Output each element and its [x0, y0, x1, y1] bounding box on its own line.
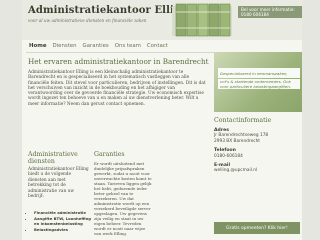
nav-item-home[interactable]: Home: [26, 43, 50, 49]
guarantees-text: Er wordt uitsluitend met duidelijke prij…: [94, 161, 152, 236]
intro-text: Administratiekantoor Elling is een klein…: [28, 70, 206, 107]
promo-banner: Gespecialiseerd in eenmanszaken, vof's &…: [214, 52, 302, 112]
list-item: Financiële administratie: [34, 210, 94, 216]
services-text: Administratiekantoor Elling biedt u de v…: [28, 167, 89, 200]
banner-line-2: vof's & startende ondernemers. Ook voor …: [218, 79, 300, 89]
list-item: Aangifte BTW, Loonheffing en inkomstenbe…: [34, 216, 94, 227]
header-info-text: Bel voor meer informatie: 0180 606184: [241, 7, 295, 17]
books-illustration: [172, 3, 232, 37]
banner-line-1: Gespecialiseerd in eenmanszaken,: [218, 68, 300, 78]
page: Administratiekantoor Elling voor al uw a…: [22, 0, 302, 240]
guarantees-title: Garanties: [94, 151, 125, 158]
nav-item-diensten[interactable]: Diensten: [50, 43, 80, 49]
services-list: Financiële administratie Aangifte BTW, L…: [28, 210, 94, 232]
email-value[interactable]: welling.@upcmail.nl: [214, 168, 300, 173]
logo-subtitle: voor al uw administratieve diensten en f…: [28, 18, 147, 23]
header-info-bar: Bel voor meer informatie: 0180 606184: [238, 6, 302, 18]
list-item: Belastingadvies: [34, 227, 94, 233]
nav-item-contact[interactable]: Contact: [144, 43, 171, 49]
header: Administratiekantoor Elling voor al uw a…: [22, 0, 302, 40]
logo-title[interactable]: Administratiekantoor Elling: [28, 5, 188, 16]
page-title: Het ervaren administratiekantoor in Bare…: [28, 57, 209, 66]
contact-title: Contactinformatie: [214, 117, 272, 124]
request-quote-button[interactable]: Gratis opmeeten? Klik hier!: [214, 222, 300, 234]
nav-item-ons-team[interactable]: Ons team: [112, 43, 144, 49]
services-title: Administratieve diensten: [28, 151, 78, 166]
contact-info: Adres Jr Barendrechtseweg 178 2993 BX Ba…: [214, 128, 300, 174]
nav-item-garanties[interactable]: Garanties: [80, 43, 112, 49]
